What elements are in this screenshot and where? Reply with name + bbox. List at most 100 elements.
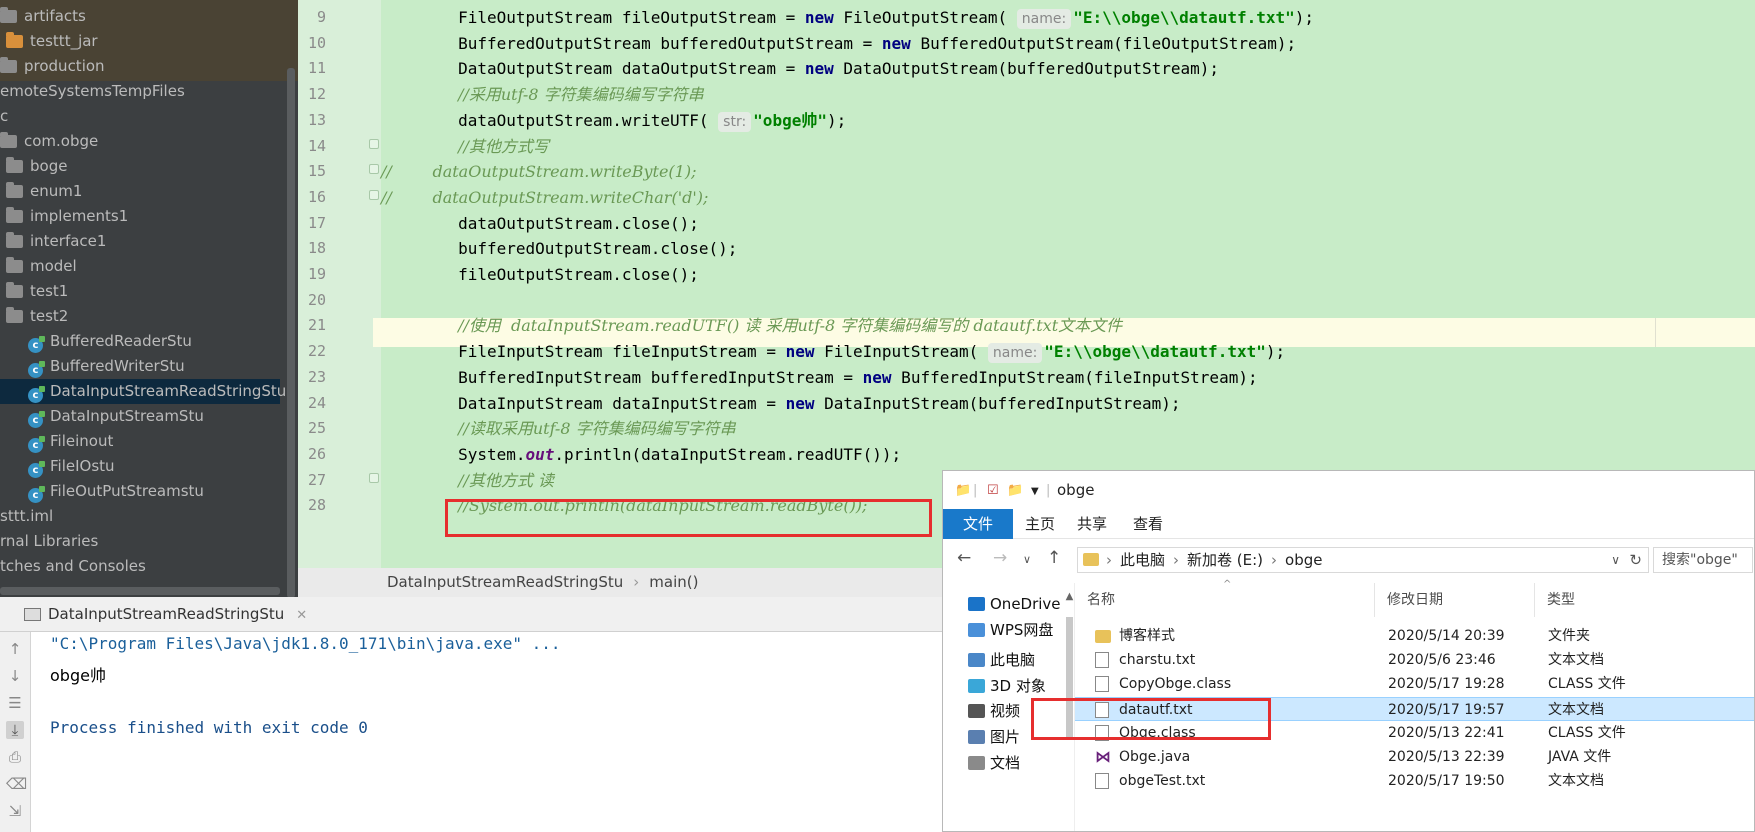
back-icon[interactable]: ← [957, 548, 971, 568]
line-number: 27 [307, 470, 326, 489]
tree-item[interactable]: model [6, 254, 77, 279]
code-line[interactable]: //采用utf-8 字符集编码编写字符串 [381, 80, 1755, 109]
properties-icon[interactable]: ☑ [987, 483, 999, 498]
tree-item[interactable]: c DataInputStreamStu [28, 404, 204, 429]
tree-item[interactable]: tches and Consoles [0, 554, 146, 579]
ribbon-tab-share[interactable]: 共享 [1067, 509, 1117, 539]
nav-item[interactable]: 3D 对象 [968, 673, 1046, 699]
clear-icon[interactable]: ⌫ [6, 775, 27, 793]
code-line[interactable]: DataInputStream dataInputStream = new Da… [381, 389, 1755, 418]
arrow-up-icon[interactable]: ↑ [6, 640, 24, 658]
scroll-up-icon[interactable]: ▲ [1064, 591, 1075, 602]
tree-horizontal-scrollbar[interactable] [0, 587, 280, 595]
code-line[interactable]: bufferedOutputStream.close(); [381, 234, 1755, 263]
address-segment-drive[interactable]: 新加卷 (E:) [1187, 551, 1263, 569]
address-segment-folder[interactable]: obge [1285, 551, 1322, 569]
scroll-to-end-icon[interactable]: ⤓ [6, 721, 24, 739]
tree-item[interactable]: boge [6, 154, 67, 179]
tree-item[interactable]: c BufferedReaderStu [28, 329, 192, 354]
run-tab[interactable]: DataInputStreamReadStringStu ✕ [18, 597, 307, 632]
code-line[interactable]: BufferedOutputStream bufferedOutputStrea… [381, 29, 1755, 58]
tree-item[interactable]: emoteSystemsTempFiles [0, 79, 185, 104]
java-class-icon: c [28, 386, 45, 403]
tree-item[interactable]: c FileIOstu [28, 454, 115, 479]
column-date-modified[interactable]: 修改日期 [1375, 583, 1535, 617]
tree-item[interactable]: artifacts [0, 4, 86, 29]
code-line[interactable]: DataOutputStream dataOutputStream = new … [381, 54, 1755, 83]
new-folder-icon[interactable]: 📁 [1007, 483, 1023, 498]
fold-marker-icon[interactable] [369, 164, 379, 175]
folder-icon [6, 157, 23, 173]
chevron-down-icon[interactable]: ∨ [1611, 548, 1620, 572]
code-line[interactable]: // dataOutputStream.writeChar('d'); [381, 183, 1755, 212]
tree-item[interactable]: sttt.iml [0, 504, 53, 529]
folder-icon [1095, 630, 1111, 643]
code-line[interactable]: FileOutputStream fileOutputStream = new … [381, 3, 1755, 32]
tree-item[interactable]: test2 [6, 304, 68, 329]
print-icon[interactable]: ⎙ [6, 748, 24, 766]
code-line[interactable] [381, 286, 1755, 315]
ribbon-tab-file[interactable]: 文件 [943, 509, 1013, 539]
code-line[interactable]: fileOutputStream.close(); [381, 260, 1755, 289]
tree-item[interactable]: c [0, 104, 8, 129]
code-line[interactable]: //读取采用utf-8 字符集编码编写字符串 [381, 414, 1755, 443]
column-name[interactable]: 名称 [1075, 583, 1375, 617]
code-line[interactable]: FileInputStream fileInputStream = new Fi… [381, 337, 1755, 366]
nav-item[interactable]: OneDrive [968, 591, 1061, 617]
fold-marker-icon[interactable] [369, 138, 379, 149]
nav-item[interactable]: 此电脑 [968, 647, 1035, 673]
file-row[interactable]: CopyObge.class 2020/5/17 19:28 CLASS 文件 [1075, 672, 1754, 696]
code-line[interactable]: // dataOutputStream.writeByte(1); [381, 157, 1755, 186]
address-bar[interactable]: › 此电脑 › 新加卷 (E:) › obge ∨ ↻ [1077, 547, 1649, 573]
tree-item[interactable]: enum1 [6, 179, 82, 204]
code-line[interactable]: dataOutputStream.writeUTF( str: "obge帅"); [381, 106, 1755, 135]
line-number: 16 [307, 187, 326, 206]
tree-item[interactable]: production [0, 54, 105, 79]
recent-locations-icon[interactable]: ∨ [1023, 553, 1031, 566]
fold-marker-icon[interactable] [369, 189, 379, 200]
customize-quick-access-icon[interactable]: ▼ [1031, 486, 1039, 497]
code-line[interactable]: BufferedInputStream bufferedInputStream … [381, 363, 1755, 392]
console-exit-line: Process finished with exit code 0 [50, 718, 368, 737]
tree-item[interactable]: c BufferedWriterStu [28, 354, 185, 379]
forward-icon[interactable]: → [993, 548, 1007, 568]
ribbon-tab-home[interactable]: 主页 [1015, 509, 1065, 539]
file-row[interactable]: 博客样式 2020/5/14 20:39 文件夹 [1075, 624, 1754, 648]
file-row[interactable]: obgeTest.txt 2020/5/17 19:50 文本文档 [1075, 769, 1754, 793]
file-row[interactable]: ⋈ Obge.java 2020/5/13 22:39 JAVA 文件 [1075, 745, 1754, 769]
code-line[interactable]: System.out.println(dataInputStream.readU… [381, 440, 1755, 469]
pin-icon[interactable]: ⇲ [6, 802, 24, 820]
ribbon-tab-view[interactable]: 查看 [1123, 509, 1173, 539]
refresh-icon[interactable]: ↻ [1629, 548, 1642, 572]
tree-item[interactable]: c FileOutPutStreamstu [28, 479, 204, 504]
breadcrumb-class[interactable]: DataInputStreamReadStringStu [387, 573, 623, 591]
tree-vertical-scrollbar[interactable] [287, 68, 295, 597]
tree-item-label: testtt_jar [30, 32, 98, 50]
address-segment-this-pc[interactable]: 此电脑 [1120, 551, 1165, 569]
nav-item[interactable]: 视频 [968, 698, 1020, 724]
column-type[interactable]: 类型 [1535, 583, 1754, 617]
tree-item[interactable]: c DataInputStreamReadStringStu [0, 379, 286, 404]
nav-item[interactable]: WPS网盘 [968, 617, 1053, 643]
code-line[interactable]: //使用 dataInputStream.readUTF() 读 采用utf-8… [381, 311, 1755, 340]
breadcrumb-method[interactable]: main() [649, 573, 698, 591]
tree-item[interactable]: implements1 [6, 204, 128, 229]
tree-item[interactable]: c Fileinout [28, 429, 113, 454]
file-row[interactable]: charstu.txt 2020/5/6 23:46 文本文档 [1075, 648, 1754, 672]
tree-item[interactable]: interface1 [6, 229, 106, 254]
up-icon[interactable]: ↑ [1047, 548, 1061, 568]
code-line[interactable]: dataOutputStream.close(); [381, 209, 1755, 238]
fold-marker-icon[interactable] [369, 472, 379, 483]
arrow-down-icon[interactable]: ↓ [6, 667, 24, 685]
close-icon[interactable]: ✕ [296, 608, 307, 623]
tree-item[interactable]: rnal Libraries [0, 529, 98, 554]
nav-item[interactable]: 图片 [968, 724, 1020, 750]
tree-item[interactable]: testtt_jar [6, 29, 98, 54]
tree-item[interactable]: com.obge [0, 129, 98, 154]
code-line[interactable]: //其他方式写 [381, 132, 1755, 161]
file-date: 2020/5/13 22:41 [1388, 724, 1505, 741]
tree-item[interactable]: test1 [6, 279, 68, 304]
soft-wrap-icon[interactable]: ☰ [6, 694, 24, 712]
search-input[interactable]: 搜索"obge" [1653, 547, 1753, 573]
nav-item[interactable]: 文档 [968, 750, 1020, 776]
